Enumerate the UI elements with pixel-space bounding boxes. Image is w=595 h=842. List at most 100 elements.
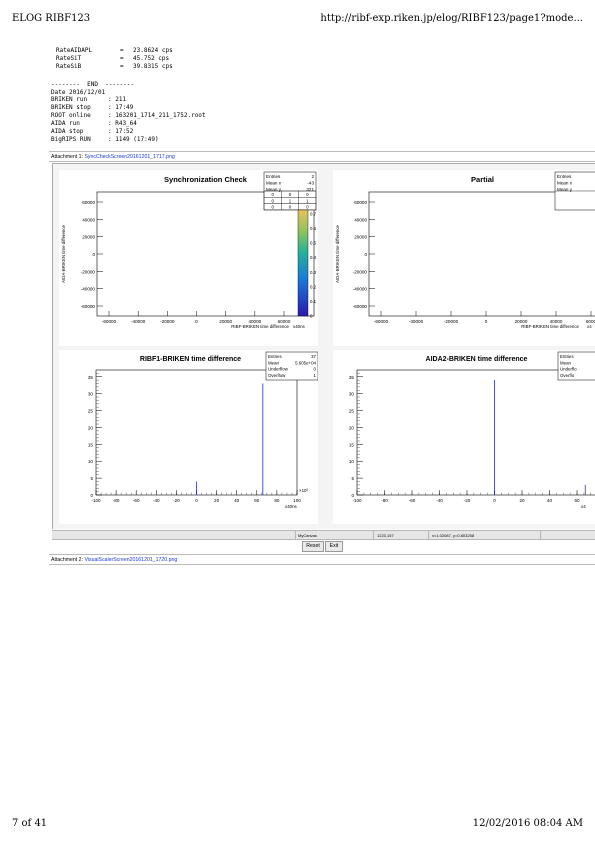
info-line: ROOT online: 163201_1714_211_1752.root bbox=[51, 112, 206, 119]
y-tick-label: 60000 bbox=[82, 200, 95, 205]
x-tick-label: -40 bbox=[436, 498, 443, 503]
plot-title: RIBF1-BRIKEN time difference bbox=[140, 356, 241, 363]
info-line: AIDA stop: 17:52 bbox=[51, 128, 134, 135]
attachment-2-link[interactable]: VisualScalerScreen20161201_1720.png bbox=[84, 557, 177, 563]
y-tick-label: -40000 bbox=[81, 287, 96, 292]
y-tick-label: 0 bbox=[92, 252, 95, 257]
y-tick-label: 5 bbox=[90, 476, 93, 481]
x-tick-label: 0 bbox=[195, 498, 198, 503]
y-tick-label: 35 bbox=[349, 375, 355, 380]
palette-label: 0.2 bbox=[310, 284, 317, 289]
x-axis-unit: x40ns bbox=[285, 504, 298, 509]
palette-label: 0.1 bbox=[310, 299, 317, 304]
y-axis-label: AIDA-BRIKEN time difference bbox=[335, 224, 340, 283]
status-divider bbox=[428, 531, 429, 539]
plot-frame bbox=[368, 191, 595, 317]
attachment-label: Attachment 2: bbox=[51, 557, 84, 563]
x-axis-unit: x4 bbox=[581, 504, 586, 509]
x-tick-label: 80 bbox=[274, 498, 280, 503]
plot-frame bbox=[95, 369, 298, 496]
reset-button[interactable]: Reset bbox=[302, 541, 324, 552]
stats-label: Overflow bbox=[268, 373, 286, 378]
y-tick-label: 20000 bbox=[354, 235, 367, 240]
x-axis-unit: x40ns bbox=[293, 324, 306, 329]
y-tick-label: -20000 bbox=[353, 269, 368, 274]
pad-ribf1-briken[interactable]: RIBF1-BRIKEN time difference 0 5 10 15 20 25 30… bbox=[59, 350, 319, 524]
x-tick-label: -60000 bbox=[102, 319, 117, 324]
exit-button[interactable]: Exit bbox=[325, 541, 343, 552]
y-tick-label: 10 bbox=[88, 459, 94, 464]
root-canvas-screenshot: Synchronization Check 60000 40000 20000 0 -20… bbox=[52, 163, 595, 529]
print-header-title: ELOG RIBF123 bbox=[12, 13, 91, 24]
x-tick-label: 0 bbox=[493, 498, 496, 503]
end-marker: -------- END -------- bbox=[51, 81, 135, 88]
plot-title: Partial bbox=[471, 175, 494, 184]
pad-sync-check[interactable]: Synchronization Check 60000 40000 20000 0 -20… bbox=[59, 170, 318, 346]
plot-title: AIDA2-BRIKEN time difference bbox=[426, 356, 528, 363]
status-bar: MyCanvas 1223,157 x=1.02087, y=0.803258 bbox=[52, 530, 595, 540]
y-tick-label: 60000 bbox=[354, 200, 367, 205]
y-tick-label: 20 bbox=[88, 425, 94, 430]
palette-label: 0.3 bbox=[310, 270, 317, 275]
pad-aida2-briken[interactable]: AIDA2-BRIKEN time difference 0 5 10 15 20 25 30… bbox=[333, 350, 595, 524]
stats-value: 2 bbox=[311, 174, 314, 179]
status-divider bbox=[373, 531, 374, 539]
stats-label: Mean x bbox=[557, 181, 573, 186]
y-tick-label: 20000 bbox=[82, 235, 95, 240]
x-tick-label: -60 bbox=[133, 498, 140, 503]
x-tick-label: -100 bbox=[91, 498, 101, 503]
print-header-url[interactable]: http://ribf-exp.riken.jp/elog/RIBF123/pa… bbox=[320, 13, 583, 24]
stats-label: Overflo bbox=[560, 373, 575, 378]
y-tick-label: 30 bbox=[88, 392, 94, 397]
y-tick-label: -60000 bbox=[353, 304, 368, 309]
x-tick-label: -20000 bbox=[444, 319, 459, 324]
y-tick-label: 10 bbox=[349, 459, 355, 464]
divider bbox=[49, 564, 595, 565]
divider bbox=[49, 161, 595, 162]
y-tick-label: 35 bbox=[88, 375, 94, 380]
ribf1-briken-histogram: RIBF1-BRIKEN time difference 0 5 10 15 20 25 30… bbox=[88, 351, 319, 509]
status-divider bbox=[295, 531, 296, 539]
x-tick-label: -20 bbox=[173, 498, 180, 503]
divider bbox=[49, 151, 595, 152]
y-tick-label: 30 bbox=[349, 392, 355, 397]
y-tick-label: 25 bbox=[88, 409, 94, 414]
y-tick-label: -20000 bbox=[81, 269, 96, 274]
x-tick-label: -80 bbox=[113, 498, 120, 503]
stats-label: Mean x bbox=[266, 181, 282, 186]
divider bbox=[49, 554, 595, 555]
palette-label: 0.6 bbox=[310, 226, 317, 231]
x-tick-label: 100 bbox=[293, 498, 301, 503]
x-tick-label: -60000 bbox=[374, 319, 389, 324]
partial-plot: Partial 60000 40000 20000 0 -20000 -40000 -6000… bbox=[335, 171, 595, 329]
rate-line: RateAIDAPL = 23.8624 cps bbox=[56, 47, 173, 54]
x-tick-label: -60 bbox=[409, 498, 416, 503]
rate-line: RateSiT = 45.752 cps bbox=[56, 55, 170, 62]
y-tick-label: -60000 bbox=[81, 304, 96, 309]
stats-label: Entries bbox=[266, 174, 281, 179]
status-canvas-name: MyCanvas bbox=[298, 533, 317, 538]
stats-label: Mean bbox=[268, 360, 280, 365]
attachment-1-link[interactable]: SyncCheckScreen20161201_1717.png bbox=[84, 154, 174, 160]
y-tick-label: 0 bbox=[364, 252, 367, 257]
x-tick-label: -80 bbox=[381, 498, 388, 503]
palette-label: 0.4 bbox=[310, 255, 317, 260]
color-palette bbox=[297, 209, 309, 317]
plot-title: Synchronization Check bbox=[164, 175, 248, 184]
x-axis-unit: x4 bbox=[587, 324, 592, 329]
info-line: BRIKEN stop: 17:49 bbox=[51, 104, 134, 111]
stats-value: 5.605e+04 bbox=[295, 360, 316, 365]
info-line: AIDA run: R43_64 bbox=[51, 120, 137, 127]
attachment-1-line: Attachment 1: SyncCheckScreen20161201_17… bbox=[51, 154, 175, 160]
info-line: BRIKEN run: 211 bbox=[51, 96, 127, 103]
pad-partial[interactable]: Partial 60000 40000 20000 0 -20000 -40000 -6000… bbox=[333, 170, 595, 346]
stats-value: -43 bbox=[307, 181, 314, 186]
x-tick-label: -100 bbox=[352, 498, 362, 503]
rate-line: RateSiB = 39.8315 cps bbox=[56, 63, 173, 70]
stats-label: Entries bbox=[268, 354, 282, 359]
x-axis-exponent: ×10³ bbox=[299, 488, 308, 493]
info-line: BigRIPS RUN: 1149 (17:49) bbox=[51, 136, 159, 143]
y-tick-label: 5 bbox=[351, 476, 354, 481]
plot-frame bbox=[356, 369, 595, 496]
stats-label: Mean bbox=[560, 360, 572, 365]
